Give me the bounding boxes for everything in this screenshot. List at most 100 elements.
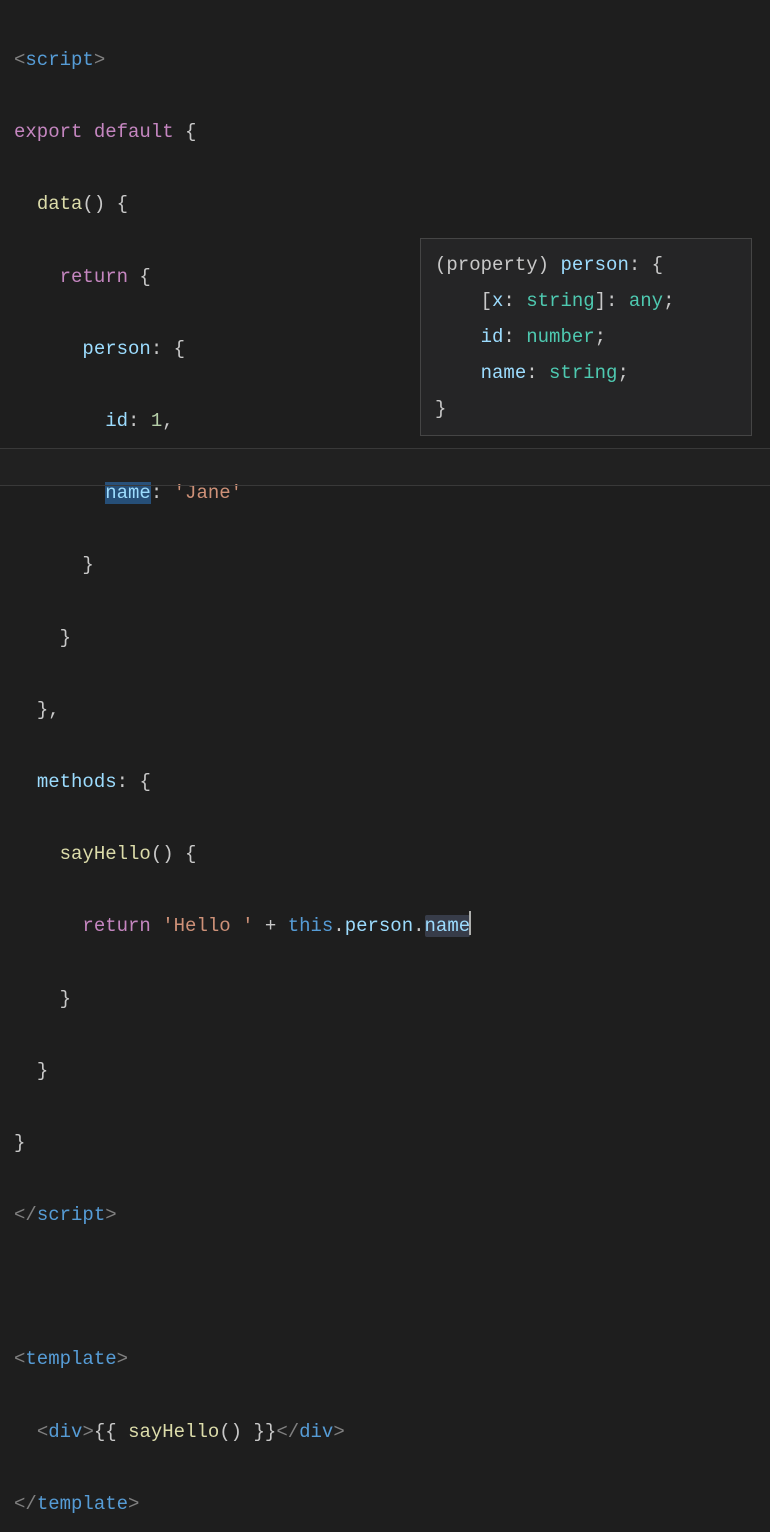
paren: ) <box>538 254 561 276</box>
property-access-highlighted: name <box>425 915 471 937</box>
indent <box>435 362 481 384</box>
ts-type: number <box>526 326 594 348</box>
keyword-return: return <box>82 915 150 937</box>
brace: } <box>14 1132 25 1154</box>
code-line[interactable]: } <box>14 620 770 656</box>
punct: : <box>503 290 526 312</box>
indent <box>14 338 82 360</box>
semicolon: ; <box>663 290 674 312</box>
brace: { <box>128 266 151 288</box>
method-name: data <box>37 193 83 215</box>
tag-bracket: > <box>333 1421 344 1443</box>
tooltip-line: id: number; <box>435 319 737 355</box>
code-line[interactable]: methods: { <box>14 764 770 800</box>
code-line[interactable]: }, <box>14 692 770 728</box>
property-keyword: property <box>446 254 537 276</box>
string-literal: 'Hello ' <box>162 915 253 937</box>
code-line[interactable]: sayHello() { <box>14 836 770 872</box>
code-editor[interactable]: <script> export default { data() { retur… <box>14 6 770 1532</box>
code-line[interactable]: } <box>14 547 770 583</box>
tag-bracket: > <box>82 1421 93 1443</box>
code-line[interactable]: } <box>14 1125 770 1161</box>
code-line[interactable]: return 'Hello ' + this.person.name <box>14 908 770 944</box>
property-key: id <box>105 410 128 432</box>
code-line[interactable]: name: 'Jane' <box>14 475 770 511</box>
punct: , <box>162 410 173 432</box>
tooltip-line: (property) person: { <box>435 247 737 283</box>
tag-name: div <box>48 1421 82 1443</box>
brace: } <box>435 398 446 420</box>
indent <box>14 915 82 937</box>
keyword-default: default <box>94 121 174 143</box>
code-line[interactable]: } <box>14 981 770 1017</box>
keyword-this: this <box>288 915 334 937</box>
paren: ( <box>435 254 446 276</box>
code-line[interactable]: </template> <box>14 1486 770 1522</box>
indent <box>14 193 37 215</box>
tag-bracket: </ <box>14 1493 37 1515</box>
bracket: [ <box>481 290 492 312</box>
code-line[interactable]: </script> <box>14 1197 770 1233</box>
brace: } <box>37 1060 48 1082</box>
code-line[interactable] <box>14 1269 770 1305</box>
indent <box>14 554 82 576</box>
tag-name: template <box>25 1348 116 1370</box>
code-line[interactable]: <script> <box>14 42 770 78</box>
code-line[interactable]: <div>{{ sayHello() }}</div> <box>14 1414 770 1450</box>
indent <box>435 290 481 312</box>
punct: : <box>151 482 174 504</box>
punct: : { <box>629 254 663 276</box>
property-access: person <box>345 915 413 937</box>
ts-type: any <box>629 290 663 312</box>
tag-bracket: > <box>94 49 105 71</box>
indent <box>14 699 37 721</box>
brace: } <box>82 554 93 576</box>
tag-name: script <box>25 49 93 71</box>
property-key: person <box>82 338 150 360</box>
tooltip-line: name: string; <box>435 355 737 391</box>
brace: { <box>174 121 197 143</box>
code-line[interactable]: } <box>14 1053 770 1089</box>
dot: . <box>413 915 424 937</box>
ts-type: string <box>549 362 617 384</box>
code-line[interactable]: data() { <box>14 186 770 222</box>
keyword-export: export <box>14 121 82 143</box>
indent <box>14 266 60 288</box>
function-call: sayHello <box>128 1421 219 1443</box>
tag-bracket: < <box>14 1348 25 1370</box>
punct: : <box>503 326 526 348</box>
tag-bracket: </ <box>14 1204 37 1226</box>
brace: }, <box>37 699 60 721</box>
tag-bracket: < <box>14 49 25 71</box>
tooltip-line: [x: string]: any; <box>435 283 737 319</box>
blank <box>14 1276 25 1298</box>
code-line[interactable]: export default { <box>14 114 770 150</box>
punct: : { <box>117 771 151 793</box>
indent <box>435 326 481 348</box>
bracket: ]: <box>595 290 629 312</box>
dot: . <box>333 915 344 937</box>
semicolon: ; <box>595 326 606 348</box>
prop-key: name <box>481 362 527 384</box>
punct: : <box>526 362 549 384</box>
space <box>151 915 162 937</box>
indent <box>14 843 60 865</box>
code-line[interactable]: <template> <box>14 1341 770 1377</box>
property-key: methods <box>37 771 117 793</box>
punct: : { <box>151 338 185 360</box>
punct: () { <box>151 843 197 865</box>
indent <box>14 410 105 432</box>
tag-name: script <box>37 1204 105 1226</box>
ts-type: string <box>526 290 594 312</box>
indent <box>14 1421 37 1443</box>
tag-name: template <box>37 1493 128 1515</box>
tooltip-prop-name: person <box>560 254 628 276</box>
indent <box>14 988 60 1010</box>
tooltip-line: } <box>435 391 737 427</box>
method-name: sayHello <box>60 843 151 865</box>
hover-type-tooltip: (property) person: { [x: string]: any; i… <box>420 238 752 436</box>
tag-bracket: > <box>105 1204 116 1226</box>
semicolon: ; <box>617 362 628 384</box>
indent <box>14 771 37 793</box>
string-literal: 'Jane' <box>174 482 242 504</box>
